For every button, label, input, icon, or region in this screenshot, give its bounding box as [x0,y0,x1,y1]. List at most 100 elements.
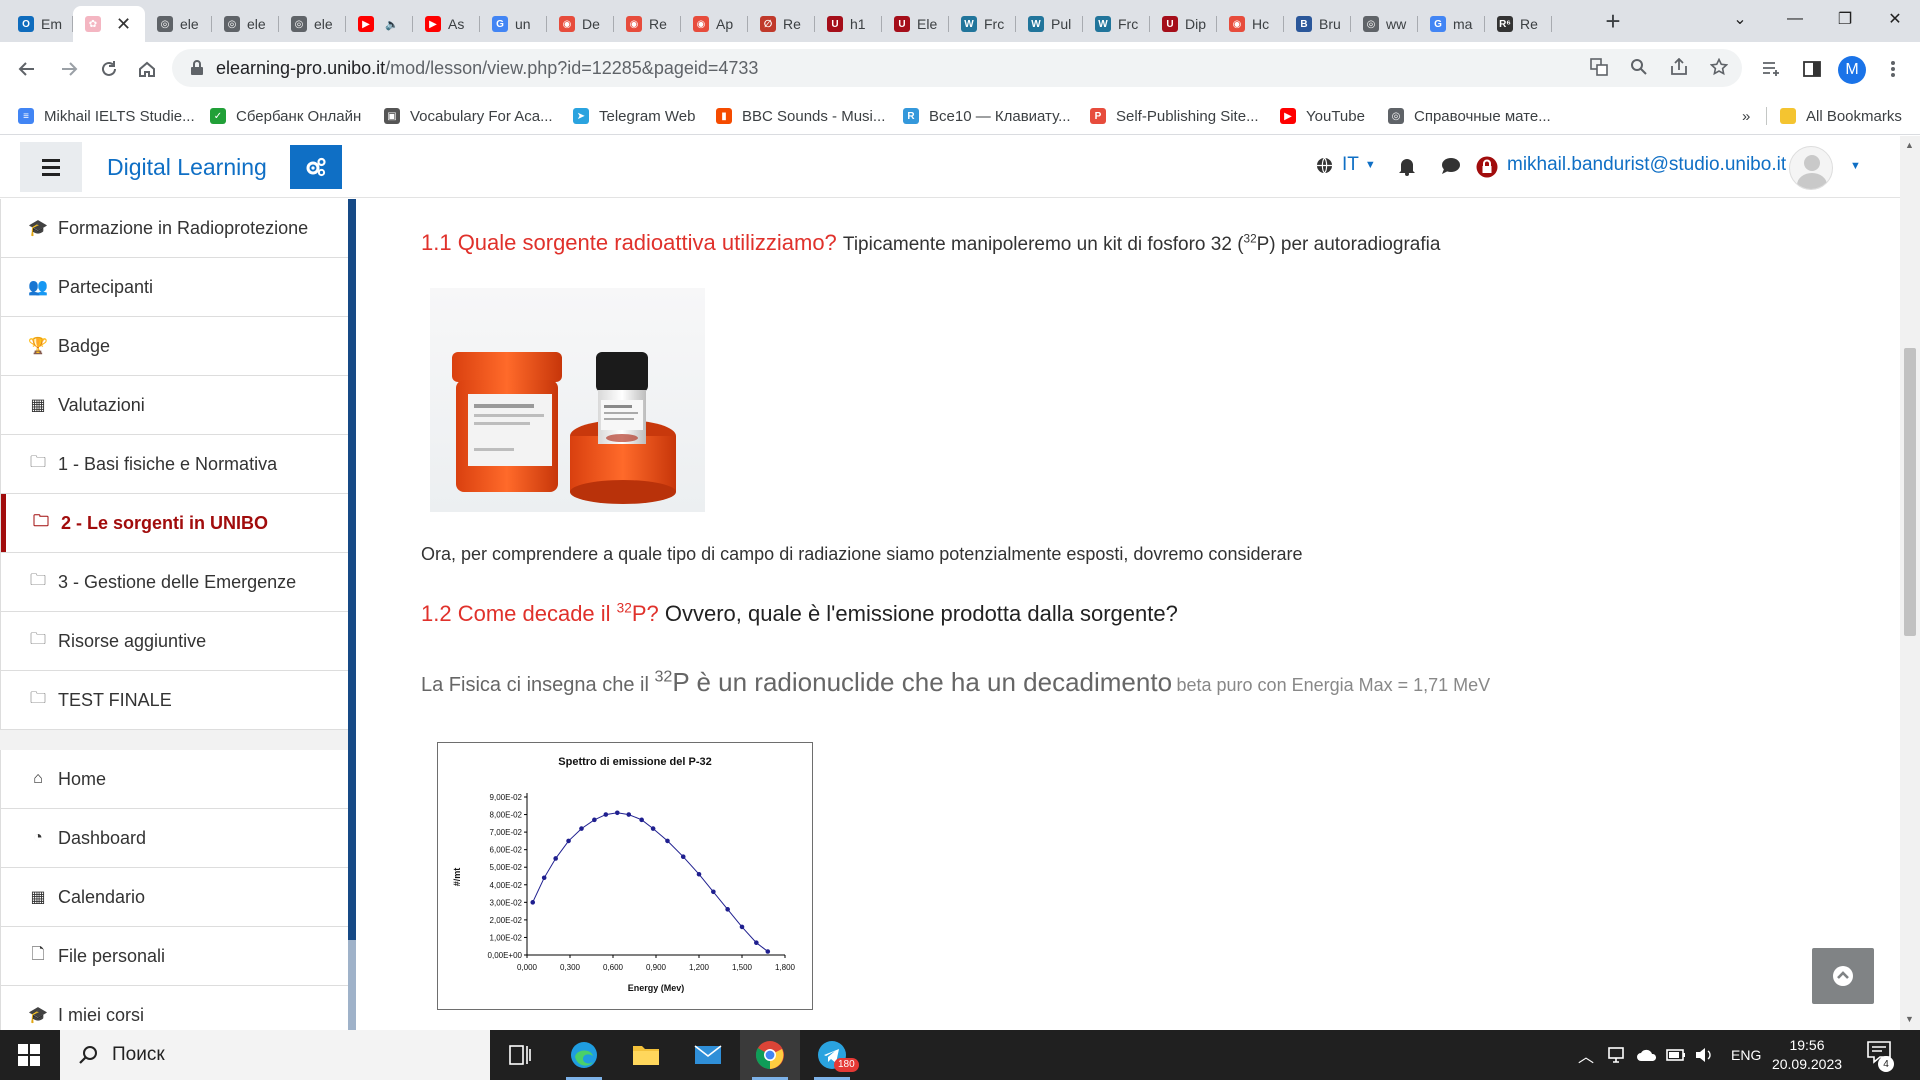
browser-tab[interactable]: B Bru [1284,6,1351,42]
nav-item[interactable]: 🗋 File personali [0,927,348,986]
browser-tab[interactable]: W Pul [1016,6,1083,42]
site-brand[interactable]: Digital Learning [107,154,267,181]
browser-tab[interactable]: R⁶ Re [1485,6,1552,42]
nav-item[interactable]: 🗀 2 - Le sorgenti in UNIBO [0,494,348,553]
tray-onedrive-icon[interactable] [1636,1030,1658,1080]
minimize-button[interactable]: — [1770,0,1820,38]
messages-icon[interactable] [1441,157,1461,175]
course-settings-button[interactable] [290,145,342,189]
site-info-icon[interactable] [190,60,204,76]
share-icon[interactable] [1670,57,1688,81]
tray-volume-icon[interactable] [1694,1030,1714,1080]
browser-tab[interactable]: Uh1 [815,6,882,42]
browser-tab[interactable]: ◎ ele [279,6,346,42]
edge-app[interactable] [554,1030,614,1080]
bookmark-item[interactable]: ✓ Сбербанк Онлайн [210,105,361,127]
bookmark-item[interactable]: ▶ YouTube [1280,105,1365,127]
browser-tab[interactable]: O Em [6,6,73,42]
bookmark-item[interactable]: ≡ Mikhail IELTS Studie... [18,105,195,127]
nav-item[interactable]: 👥 Partecipanti [0,258,348,317]
bookmarks-overflow-button[interactable]: » [1742,105,1750,127]
all-bookmarks-button[interactable]: All Bookmarks [1780,105,1902,127]
address-bar[interactable]: elearning-pro.unibo.it/mod/lesson/view.p… [172,49,1742,87]
tray-network-icon[interactable] [1606,1030,1626,1080]
browser-tab[interactable]: ▶ 🔈 [346,6,413,42]
home-button[interactable] [130,52,164,86]
scroll-up-arrow-icon[interactable]: ▲ [1905,140,1914,150]
drawer-toggle-button[interactable] [20,142,82,192]
tray-battery-icon[interactable] [1666,1030,1686,1080]
telegram-app[interactable]: 180 [802,1030,862,1080]
user-avatar[interactable] [1789,146,1833,190]
browser-tab[interactable]: ◉ Ap [681,6,748,42]
browser-menu-icon[interactable] [1878,52,1908,86]
nav-item[interactable]: 🎓 Formazione in Radioprotezione [0,199,348,258]
nav-item[interactable]: ▦ Calendario [0,868,348,927]
notifications-bell-icon[interactable] [1398,156,1416,176]
nav-item[interactable]: 🎓 I miei corsi [0,986,348,1030]
forward-button[interactable] [52,52,86,86]
nav-item[interactable]: ⌂ Home [0,750,348,809]
new-tab-button[interactable]: + [1598,6,1628,36]
translate-icon[interactable] [1590,58,1608,81]
taskbar-search[interactable]: Поиск [60,1030,490,1080]
browser-tab[interactable]: Gun [480,6,547,42]
scroll-down-arrow-icon[interactable]: ▼ [1905,1014,1914,1024]
nav-item[interactable]: 🗀 Risorse aggiuntive [0,612,348,671]
browser-tab[interactable]: ◎ ele [212,6,279,42]
nav-item[interactable]: 🗀 3 - Gestione delle Emergenze [0,553,348,612]
bookmark-item[interactable]: R Все10 — Клавиату... [903,105,1071,127]
profile-avatar[interactable]: M [1838,56,1866,84]
browser-tab[interactable]: U Ele [882,6,949,42]
restore-button[interactable]: ❐ [1820,0,1870,38]
bookmark-item[interactable]: ▮ BBC Sounds - Musi... [716,105,885,127]
page-scrollbar-thumb[interactable] [1904,348,1916,636]
nav-item[interactable]: 🏆 Badge [0,317,348,376]
tab-search-chevron-icon[interactable]: ⌄ [1710,0,1770,38]
bookmark-item[interactable]: P Self-Publishing Site... [1090,105,1259,127]
browser-tab[interactable]: ✿ ✕ [73,6,145,42]
browser-tab[interactable]: ◉ Hc [1217,6,1284,42]
bookmark-item[interactable]: ➤ Telegram Web [573,105,695,127]
page-scrollbar[interactable]: ▲ ▼ [1900,136,1920,1030]
drawer-scrollbar[interactable] [348,940,356,1030]
tray-language[interactable]: ENG [1731,1030,1761,1080]
browser-tab[interactable]: ▶ As [413,6,480,42]
mail-app[interactable] [678,1030,738,1080]
browser-tab[interactable]: ◉ Re [614,6,681,42]
nav-item[interactable]: ▦ Valutazioni [0,376,348,435]
browser-tab[interactable]: ◉ De [547,6,614,42]
close-window-button[interactable]: ✕ [1870,0,1920,38]
notification-center-button[interactable]: 4 [1866,1040,1900,1072]
nav-item[interactable]: 🗀 TEST FINALE [0,671,348,730]
browser-tab[interactable]: W Frc [949,6,1016,42]
user-menu-caret-icon[interactable]: ▼ [1850,160,1861,172]
nav-item[interactable]: ◔ Dashboard [0,809,348,868]
bookmark-item[interactable]: ◎ Справочные мате... [1388,105,1551,127]
browser-tab[interactable]: W Frc [1083,6,1150,42]
bookmark-star-icon[interactable] [1709,57,1729,81]
bookmark-item[interactable]: ▣ Vocabulary For Aca... [384,105,553,127]
start-button[interactable] [0,1030,58,1080]
zoom-icon[interactable] [1630,58,1648,81]
browser-tab[interactable]: U Dip [1150,6,1217,42]
tab-audio-icon[interactable]: 🔈 [385,18,399,31]
side-panel-icon[interactable] [1797,52,1827,86]
taskbar-clock[interactable]: 19:56 20.09.2023 [1762,1036,1852,1074]
back-to-top-button[interactable] [1812,948,1874,1004]
language-menu[interactable]: IT ▼ [1316,154,1376,176]
browser-tab[interactable]: ◎ ele [145,6,212,42]
file-explorer-app[interactable] [616,1030,676,1080]
browser-tab[interactable]: Gma [1418,6,1485,42]
browser-tab[interactable]: ◎ ww [1351,6,1418,42]
user-email[interactable]: mikhail.bandurist@studio.unibo.it [1507,154,1786,176]
back-button[interactable] [10,52,44,86]
task-view-button[interactable] [490,1030,550,1080]
browser-tab[interactable]: ∅ Re [748,6,815,42]
reading-list-icon[interactable] [1756,52,1786,86]
reload-button[interactable] [92,52,126,86]
nav-item[interactable]: 🗀 1 - Basi fisiche e Normativa [0,435,348,494]
logout-lock-icon[interactable] [1476,156,1498,178]
chrome-app[interactable] [740,1030,800,1080]
tray-expand-icon[interactable]: ︿ [1578,1030,1594,1080]
